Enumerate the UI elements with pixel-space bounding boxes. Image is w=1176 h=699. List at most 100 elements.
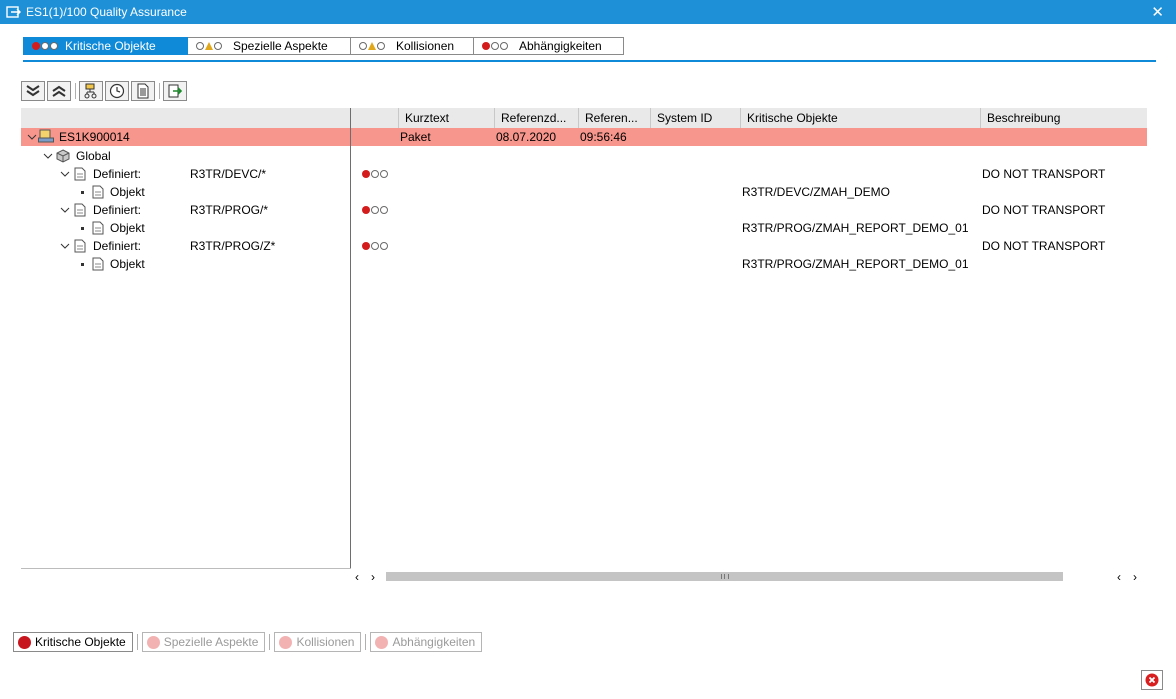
export-icon [168, 84, 183, 98]
window-app-icon [6, 6, 21, 18]
document-icon [137, 83, 149, 99]
red-light-icon [279, 635, 293, 649]
tree-leaf-bullet [81, 263, 84, 266]
column-system-id[interactable]: System ID [650, 108, 740, 128]
cancel-icon [1145, 673, 1159, 687]
root-time: 09:56:46 [580, 130, 627, 144]
tab-strip: Kritische Objekte Spezielle Aspekte Koll… [23, 37, 624, 55]
hierarchy-button[interactable] [79, 81, 103, 101]
window-title: ES1(1)/100 Quality Assurance [26, 5, 187, 19]
tree-leaf-bullet [81, 191, 84, 194]
legend-abhaengigkeiten-button[interactable]: Abhängigkeiten [370, 632, 483, 652]
clock-icon [109, 83, 125, 99]
traffic-light-red-icon [362, 165, 389, 183]
column-header: Kurztext Referenzd... Referen... System … [21, 108, 1147, 128]
legend-label: Spezielle Aspekte [163, 635, 259, 649]
legend-kritische-objekte-button[interactable]: Kritische Objekte [13, 632, 133, 652]
transport-request-icon [38, 129, 54, 143]
critical-object-value: R3TR/DEVC/ZMAH_DEMO [742, 185, 891, 199]
legend-kollisionen-button[interactable]: Kollisionen [274, 632, 362, 652]
chevron-down-icon[interactable] [60, 205, 70, 215]
transport-request-label: ES1K900014 [59, 130, 130, 144]
collapse-all-icon [52, 85, 66, 97]
tree-bottom-line [21, 568, 351, 569]
tab-label: Spezielle Aspekte [233, 39, 328, 53]
definition-label: Definiert: [93, 239, 142, 253]
object-label: Objekt [110, 257, 145, 271]
tab-label: Kollisionen [396, 39, 455, 53]
definition-label: Definiert: [93, 203, 142, 217]
tab-label: Abhängigkeiten [519, 39, 602, 53]
object-label: Objekt [110, 185, 145, 199]
details-button[interactable] [131, 81, 155, 101]
chevron-down-icon[interactable] [27, 132, 37, 142]
red-light-icon [18, 635, 31, 649]
expand-all-icon [26, 85, 40, 97]
object-label: Objekt [110, 221, 145, 235]
legend-spezielle-aspekte-button[interactable]: Spezielle Aspekte [141, 632, 266, 652]
definition-description: DO NOT TRANSPORT [982, 239, 1106, 253]
scroll-left-icon[interactable]: ‹ [1117, 570, 1121, 584]
column-beschreibung[interactable]: Beschreibung [980, 108, 1147, 128]
critical-object-value: R3TR/PROG/ZMAH_REPORT_DEMO_01 [742, 221, 969, 235]
tab-spezielle-aspekte[interactable]: Spezielle Aspekte [188, 37, 351, 55]
legend-separator [365, 634, 367, 650]
definition-document-icon [74, 239, 86, 253]
history-button[interactable] [105, 81, 129, 101]
tree-leaf-bullet [81, 227, 84, 230]
global-label: Global [76, 149, 111, 163]
definition-document-icon [74, 167, 86, 181]
legend-label: Abhängigkeiten [392, 635, 476, 649]
tree-row-root[interactable]: ES1K900014 Paket 08.07.2020 09:56:46 [21, 128, 1147, 146]
expand-all-button[interactable] [21, 81, 45, 101]
toolbar-separator [75, 83, 76, 99]
traffic-light-red-icon [362, 201, 389, 219]
horizontal-scrollbar[interactable]: ‹ › ‹ › [351, 570, 1147, 584]
definition-description: DO NOT TRANSPORT [982, 167, 1106, 181]
tab-underline [23, 60, 1156, 62]
tab-label: Kritische Objekte [65, 39, 156, 53]
object-document-icon [92, 185, 104, 199]
window-titlebar: ES1(1)/100 Quality Assurance ✕ [0, 0, 1176, 24]
legend-separator [136, 634, 138, 650]
root-date: 08.07.2020 [496, 130, 557, 144]
definition-label: Definiert: [93, 167, 142, 181]
root-kurztext: Paket [400, 130, 431, 144]
tab-kollisionen[interactable]: Kollisionen [351, 37, 474, 55]
close-window-icon[interactable]: ✕ [1151, 3, 1164, 21]
definition-value: R3TR/PROG/Z* [190, 239, 276, 253]
critical-object-value: R3TR/PROG/ZMAH_REPORT_DEMO_01 [742, 257, 969, 271]
column-kritische-objekte[interactable]: Kritische Objekte [740, 108, 981, 128]
column-referenzdatum[interactable]: Referenzd... [494, 108, 579, 128]
traffic-light-yellow-icon [196, 42, 223, 50]
quality-assurance-tree: Kurztext Referenzd... Referen... System … [21, 108, 1147, 569]
traffic-light-red-icon [362, 237, 389, 255]
scroll-left-icon[interactable]: ‹ [355, 570, 359, 584]
cancel-button[interactable] [1141, 670, 1163, 690]
collapse-all-button[interactable] [47, 81, 71, 101]
definition-document-icon [74, 203, 86, 217]
pane-splitter[interactable] [350, 108, 351, 568]
chevron-down-icon[interactable] [60, 169, 70, 179]
chevron-down-icon[interactable] [60, 241, 70, 251]
scrollbar-thumb[interactable] [386, 572, 1063, 581]
toolbar-separator [159, 83, 160, 99]
scroll-right-icon[interactable]: › [371, 570, 375, 584]
column-kurztext[interactable]: Kurztext [398, 108, 494, 128]
hierarchy-icon [84, 83, 97, 99]
definition-value: R3TR/DEVC/* [190, 167, 267, 181]
tab-abhaengigkeiten[interactable]: Abhängigkeiten [474, 37, 624, 55]
scrollbar-grip-icon [721, 574, 729, 579]
global-cube-icon [56, 149, 70, 163]
tab-kritische-objekte[interactable]: Kritische Objekte [23, 37, 188, 55]
definition-description: DO NOT TRANSPORT [982, 203, 1106, 217]
traffic-light-red-icon [482, 42, 509, 50]
export-button[interactable] [163, 81, 187, 101]
scroll-right-icon[interactable]: › [1133, 570, 1137, 584]
object-document-icon [92, 257, 104, 271]
traffic-light-yellow-icon [359, 42, 386, 50]
red-light-icon [375, 635, 389, 649]
chevron-down-icon[interactable] [43, 151, 53, 161]
legend-label: Kritische Objekte [35, 635, 126, 649]
column-referenzzeit[interactable]: Referen... [578, 108, 651, 128]
